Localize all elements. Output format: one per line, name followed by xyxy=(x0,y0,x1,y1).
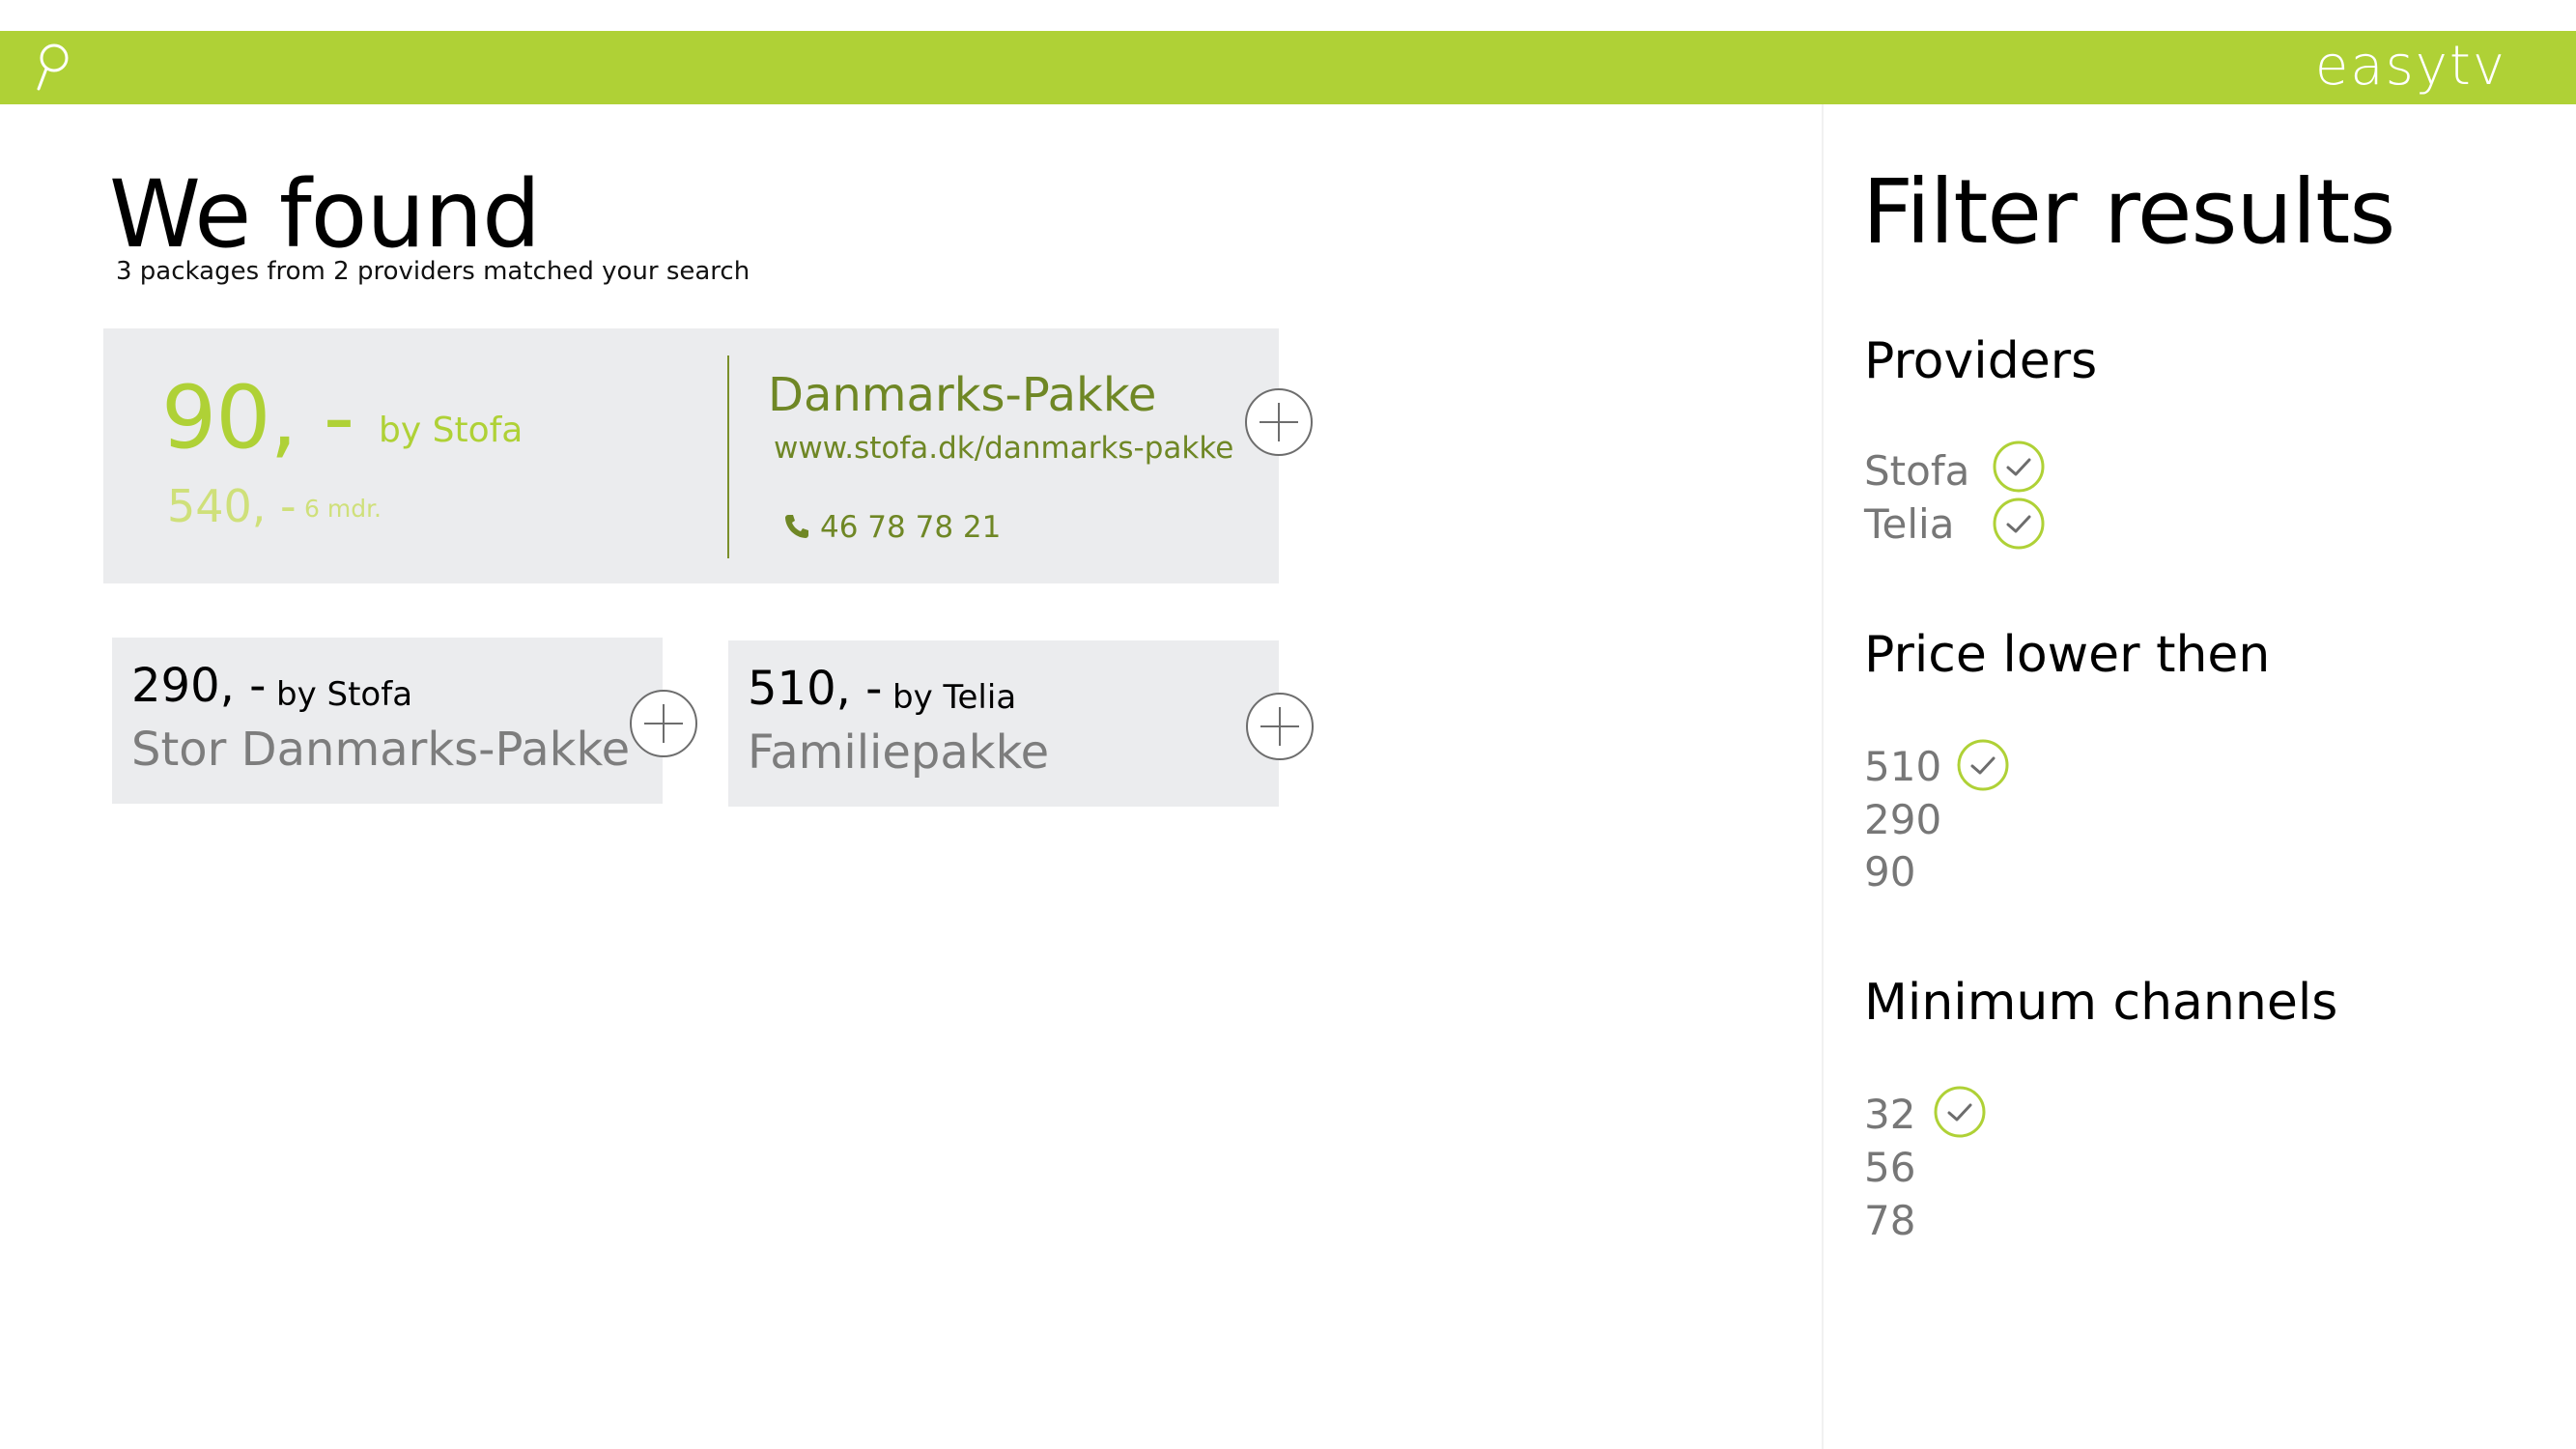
filter-option-telia[interactable]: Telia xyxy=(1864,498,1954,551)
package-card[interactable]: 510, - by Telia Familiepakke xyxy=(728,640,1279,807)
app-root: easytv We found 3 packages from 2 provid… xyxy=(0,0,2576,1449)
filter-option-stofa[interactable]: Stofa xyxy=(1864,445,1969,497)
featured-phone-number[interactable]: 46 78 78 21 xyxy=(820,508,1001,547)
add-package-button[interactable] xyxy=(1245,692,1315,761)
check-circle-icon[interactable] xyxy=(1956,738,2010,792)
phone-icon xyxy=(785,515,808,538)
featured-provider: by Stofa xyxy=(379,411,524,450)
filter-option-channels-32[interactable]: 32 xyxy=(1864,1089,1915,1141)
filter-option-channels-56[interactable]: 56 xyxy=(1864,1142,1915,1194)
package-provider: by Stofa xyxy=(276,675,413,714)
filter-section-channels: Minimum channels xyxy=(1864,974,2338,1032)
featured-price: 90, - xyxy=(161,367,354,469)
featured-period: 6 mdr. xyxy=(304,495,382,523)
featured-package-name: Danmarks-Pakke xyxy=(768,368,1157,422)
search-icon[interactable] xyxy=(29,39,75,97)
filter-option-price-510[interactable]: 510 xyxy=(1864,741,1941,793)
add-featured-package-button[interactable] xyxy=(1244,387,1314,457)
package-price: 290, - xyxy=(131,659,267,713)
featured-package-url[interactable]: www.stofa.dk/danmarks-pakke xyxy=(774,429,1233,468)
filter-option-price-290[interactable]: 290 xyxy=(1864,794,1941,846)
filter-option-price-90[interactable]: 90 xyxy=(1864,846,1915,898)
package-name: Stor Danmarks-Pakke xyxy=(131,723,631,777)
package-provider: by Telia xyxy=(892,678,1017,717)
sidebar-divider xyxy=(1822,104,1824,1449)
package-price: 510, - xyxy=(748,662,883,716)
featured-period-price: 540, - xyxy=(167,480,297,532)
filter-section-providers: Providers xyxy=(1864,332,2098,390)
top-bar: easytv xyxy=(0,31,2576,104)
filter-panel-title: Filter results xyxy=(1862,160,2395,264)
package-card[interactable]: 290, - by Stofa Stor Danmarks-Pakke xyxy=(112,638,663,804)
add-package-button[interactable] xyxy=(629,689,698,758)
check-circle-icon[interactable] xyxy=(1992,440,2046,494)
card-divider xyxy=(727,355,729,558)
package-name: Familiepakke xyxy=(748,725,1050,780)
brand-logo[interactable]: easytv xyxy=(2315,33,2506,100)
check-circle-icon[interactable] xyxy=(1933,1085,1987,1139)
check-circle-icon[interactable] xyxy=(1992,497,2046,551)
results-summary: 3 packages from 2 providers matched your… xyxy=(116,257,750,286)
featured-package-card[interactable]: 90, - by Stofa 540, - 6 mdr. Danmarks-Pa… xyxy=(103,328,1279,583)
filter-option-channels-78[interactable]: 78 xyxy=(1864,1195,1915,1247)
filter-section-price: Price lower then xyxy=(1864,626,2271,684)
